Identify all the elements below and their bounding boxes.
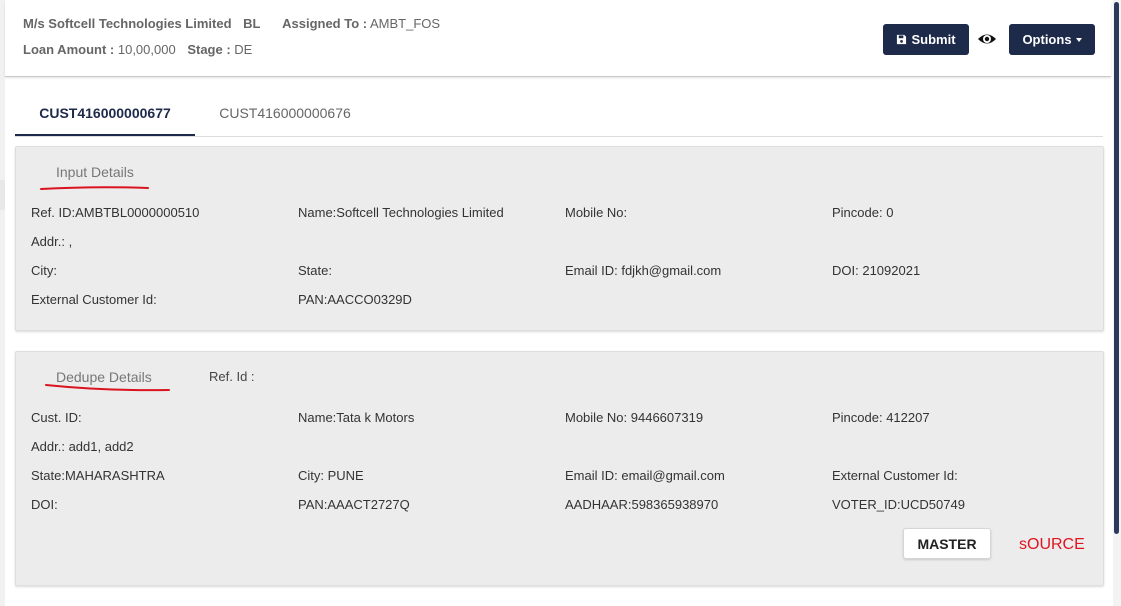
- save-icon: [897, 34, 907, 45]
- loan-amount-label: Loan Amount :: [23, 42, 115, 57]
- dedupe-mobile: Mobile No: 9446607319: [565, 410, 704, 425]
- dedupe-cust-id: Cust. ID:: [31, 410, 82, 425]
- dedupe-voter-id: VOTER_ID:UCD50749: [832, 497, 965, 512]
- red-underline-annotation: [40, 186, 149, 190]
- eye-icon[interactable]: [977, 30, 997, 48]
- stage-label: Stage :: [187, 42, 231, 57]
- input-external-customer-id: External Customer Id:: [31, 292, 157, 307]
- scrollbar-thumb[interactable]: [1114, 2, 1119, 534]
- product-code: BL: [243, 16, 261, 31]
- dedupe-pincode: Pincode: 412207: [832, 410, 930, 425]
- dedupe-ref-id-label: Ref. Id :: [209, 369, 255, 384]
- caret-down-icon: [1075, 37, 1082, 42]
- left-edge-marker: [0, 180, 5, 210]
- dedupe-name: Name:Tata k Motors: [298, 410, 415, 425]
- options-dropdown-button[interactable]: Options: [1009, 24, 1095, 55]
- dedupe-aadhaar: AADHAAR:598365938970: [565, 497, 719, 512]
- input-doi: DOI: 21092021: [832, 263, 921, 278]
- input-details-title: Input Details: [56, 164, 134, 180]
- assigned-label: Assigned To :: [282, 16, 368, 31]
- input-email: Email ID: fdjkh@gmail.com: [565, 263, 722, 278]
- header-row-company: M/s Softcell Technologies Limited BL Ass…: [23, 16, 440, 31]
- dedupe-external-customer-id: External Customer Id:: [832, 468, 958, 483]
- customer-tabs: CUST416000000677 CUST416000000676: [15, 92, 1103, 137]
- red-underline-annotation: [45, 384, 170, 392]
- dedupe-address: Addr.: add1, add2: [31, 439, 134, 454]
- input-ref-id: Ref. ID:AMBTBL0000000510: [31, 205, 200, 220]
- input-name: Name:Softcell Technologies Limited: [298, 205, 504, 220]
- dedupe-city: City: PUNE: [298, 468, 364, 483]
- submit-button[interactable]: Submit: [883, 24, 969, 55]
- dedupe-details-card: Dedupe Details Ref. Id : Cust. ID: Name:…: [15, 351, 1104, 586]
- input-details-card: Input Details Ref. ID:AMBTBL0000000510 N…: [15, 146, 1104, 331]
- dedupe-state: State:MAHARASHTRA: [31, 468, 165, 483]
- tab-customer-1[interactable]: CUST416000000677: [15, 92, 195, 136]
- stage-value: DE: [234, 42, 253, 57]
- input-address: Addr.: ,: [31, 234, 73, 249]
- tab-customer-2[interactable]: CUST416000000676: [195, 92, 375, 134]
- header-row-loan: Loan Amount : 10,00,000 Stage : DE: [23, 42, 252, 57]
- left-edge-strip: [0, 0, 5, 606]
- source-label: sOURCE: [1019, 536, 1085, 553]
- dedupe-pan: PAN:AAACT2727Q: [298, 497, 410, 512]
- input-mobile: Mobile No:: [565, 205, 628, 220]
- input-city: City:: [31, 263, 57, 278]
- company-name: M/s Softcell Technologies Limited: [23, 16, 232, 31]
- dedupe-email: Email ID: email@gmail.com: [565, 468, 725, 483]
- loan-header: M/s Softcell Technologies Limited BL Ass…: [5, 2, 1111, 77]
- dedupe-doi: DOI:: [31, 497, 58, 512]
- options-label: Options: [1022, 32, 1072, 47]
- loan-amount-value: 10,00,000: [117, 42, 176, 57]
- input-pincode: Pincode: 0: [832, 205, 894, 220]
- assigned-value: AMBT_FOS: [370, 16, 441, 31]
- input-pan: PAN:AACCO0329D: [298, 292, 412, 307]
- submit-label: Submit: [911, 32, 956, 47]
- input-state: State:: [298, 263, 332, 278]
- master-button[interactable]: MASTER: [903, 528, 991, 559]
